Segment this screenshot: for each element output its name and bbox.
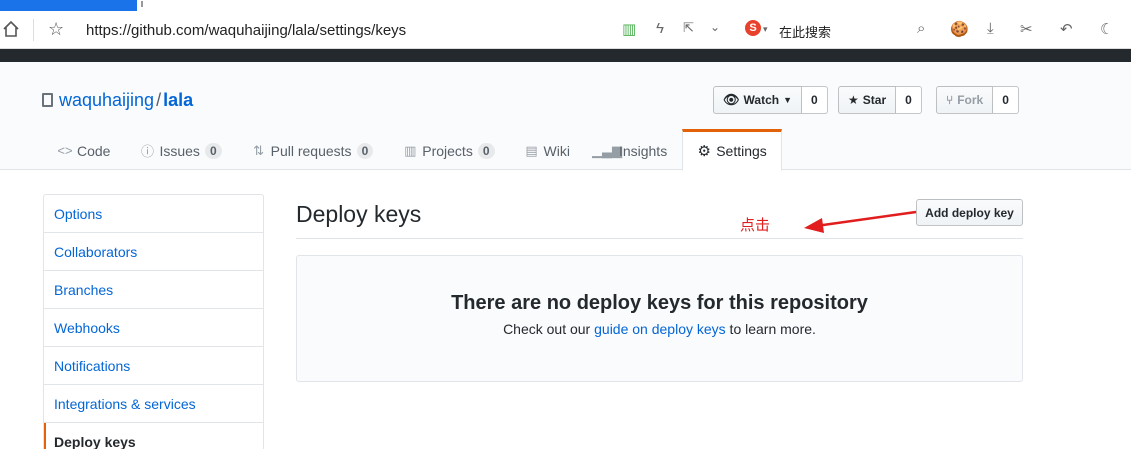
star-label: Star [862, 93, 887, 107]
tab-wiki[interactable]: ▤ Wiki [510, 129, 585, 170]
fork-icon: ⑂ [946, 93, 954, 107]
tab-code[interactable]: <> Code [43, 129, 125, 170]
repo-icon [42, 93, 53, 107]
star-button[interactable]: ★ Star [838, 86, 897, 114]
tab-insights[interactable]: ▁▃▆ Insights [585, 129, 682, 170]
tab-label: Projects [422, 142, 473, 159]
book-icon: ▤ [525, 142, 538, 158]
repo-title-separator: / [156, 90, 162, 110]
sidebar-item-branches[interactable]: Branches [44, 271, 263, 309]
reader-mode-icon[interactable]: ▥ [622, 20, 636, 38]
fork-count[interactable]: 0 [993, 86, 1019, 114]
watch-label: Watch [743, 93, 780, 107]
empty-state-text: Check out our guide on deploy keys to le… [297, 321, 1022, 337]
sidebar-item-integrations[interactable]: Integrations & services [44, 385, 263, 423]
tab-count-badge: 0 [204, 142, 222, 159]
chevron-down-icon[interactable]: ⌄ [710, 20, 720, 34]
tab-count-badge: 0 [356, 142, 374, 159]
star-count[interactable]: 0 [896, 86, 922, 114]
repo-title: waquhaijing / lala [42, 90, 193, 111]
watch-group: 👁 Watch ▼ 0 [713, 86, 828, 114]
empty-state-suffix: to learn more. [725, 321, 816, 337]
search-engine-icon[interactable]: S [745, 20, 761, 36]
settings-sidebar: Options Collaborators Branches Webhooks … [43, 194, 264, 449]
fork-group: ⑂ Fork 0 [936, 86, 1019, 114]
page-title: Deploy keys [296, 201, 422, 227]
eye-icon: 👁 [723, 92, 740, 107]
project-icon: ▥ [404, 142, 417, 158]
lightning-icon[interactable]: ϟ [656, 20, 664, 37]
address-divider [33, 19, 34, 41]
gear-icon: ⚙ [697, 143, 711, 160]
tab-label: Insights [618, 142, 668, 159]
star-icon: ★ [848, 93, 859, 107]
repo-owner-link[interactable]: waquhaijing [59, 90, 154, 110]
sidebar-item-deploy-keys[interactable]: Deploy keys [44, 423, 263, 449]
undo-icon[interactable]: ↶ [1060, 20, 1073, 38]
fork-label: Fork [957, 93, 984, 107]
sidebar-item-collaborators[interactable]: Collaborators [44, 233, 263, 271]
tab-label: Issues [159, 142, 200, 159]
tab-separator [141, 1, 143, 7]
tab-issues[interactable]: ⓘ Issues 0 [125, 129, 236, 170]
repo-header: waquhaijing / lala 👁 Watch ▼ 0 ★ Star 0 ⑂ … [0, 62, 1131, 171]
empty-state-title: There are no deploy keys for this reposi… [451, 292, 868, 314]
repo-name-link[interactable]: lala [163, 90, 193, 110]
night-mode-icon[interactable]: ☾ [1100, 20, 1113, 38]
add-deploy-key-button[interactable]: Add deploy key [916, 199, 1023, 226]
sidebar-item-options[interactable]: Options [44, 195, 263, 233]
sidebar-item-webhooks[interactable]: Webhooks [44, 309, 263, 347]
empty-state-prefix: Check out our [503, 321, 595, 337]
browser-tabstrip [0, 0, 1131, 11]
github-header-bar [0, 49, 1131, 62]
star-group: ★ Star 0 [838, 86, 922, 114]
tab-projects[interactable]: ▥ Projects 0 [388, 129, 509, 170]
graph-icon: ▁▃▆ [591, 142, 622, 158]
annotation-label: 点击 [740, 216, 771, 234]
annotation-arrow [804, 210, 917, 233]
fork-button[interactable]: ⑂ Fork [936, 86, 994, 114]
home-icon[interactable] [2, 20, 20, 38]
issue-icon: ⓘ [140, 144, 154, 159]
tab-settings[interactable]: ⚙ Settings [682, 129, 782, 171]
bookmark-star-icon[interactable]: ☆ [48, 19, 64, 40]
cookie-icon[interactable]: 🍪 [950, 20, 969, 38]
browser-search-input[interactable]: 在此搜索 [779, 22, 831, 41]
url-field[interactable]: https://github.com/waquhaijing/lala/sett… [86, 22, 406, 39]
tab-label: Pull requests [270, 142, 352, 159]
deploy-keys-guide-link[interactable]: guide on deploy keys [594, 321, 726, 337]
watch-button[interactable]: 👁 Watch ▼ [713, 86, 802, 114]
chevron-down-icon: ▼ [783, 95, 792, 105]
tab-label: Wiki [543, 142, 570, 159]
pull-request-icon: ⇅ [253, 142, 265, 158]
browser-active-tab[interactable] [0, 0, 137, 11]
tab-count-badge: 0 [477, 142, 495, 159]
share-icon[interactable]: ⇱ [683, 20, 694, 36]
watch-count[interactable]: 0 [802, 86, 828, 114]
repo-nav-tabs: <> Code ⓘ Issues 0 ⇅ Pull requests 0 ▥ P… [43, 129, 782, 171]
code-icon: <> [57, 143, 73, 158]
tab-pull-requests[interactable]: ⇅ Pull requests 0 [237, 129, 389, 170]
empty-state-box: There are no deploy keys for this reposi… [296, 255, 1023, 382]
search-icon[interactable]: ⌕ [917, 20, 925, 37]
browser-address-bar: ☆ https://github.com/waquhaijing/lala/se… [0, 11, 1131, 49]
tab-label: Code [77, 142, 111, 159]
sidebar-item-notifications[interactable]: Notifications [44, 347, 263, 385]
tab-label: Settings [716, 143, 767, 159]
download-icon[interactable]: ⤓ [987, 20, 994, 37]
scissors-icon[interactable]: ✂ [1020, 20, 1033, 38]
search-engine-dropdown-icon[interactable]: ▾ [763, 24, 768, 35]
